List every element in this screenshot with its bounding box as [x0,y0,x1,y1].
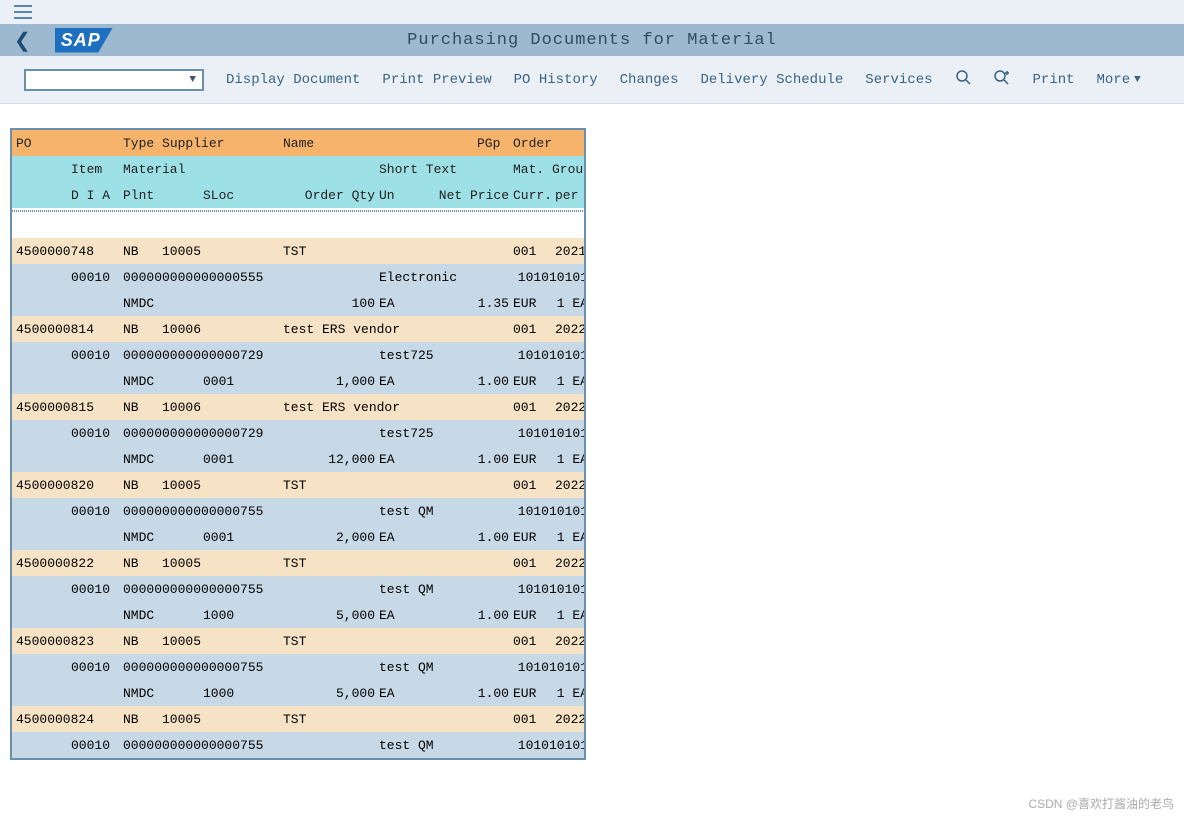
more-label: More [1097,72,1131,88]
data-rows-container: 4500000748NB 100057TST0012021.11.1200010… [12,238,584,758]
col-dia: D I A [69,188,121,203]
col-short-text: Short Text [377,162,511,177]
table-row[interactable]: 00010000000000000000755test QM101010101 [12,654,584,680]
display-document-button[interactable]: Display Document [226,72,360,88]
back-button[interactable]: ❮ [14,28,31,53]
col-order-date: Order Date [511,136,553,151]
spacer [12,212,584,238]
col-po: PO [14,136,69,151]
header-row-1: PO Type Supplier Name PGp Order Date [12,130,584,156]
table-row[interactable]: 4500000814NB 100065test ERS vendor001202… [12,316,584,342]
col-per-un: per Un [553,188,586,203]
table-row[interactable]: 00010000000000000000755test QM101010101 [12,732,584,758]
layout-dropdown[interactable]: ▼ [24,69,204,91]
table-row[interactable]: NMDC000112,000EA1.00EUR1 EA [12,446,584,472]
print-button[interactable]: Print [1033,72,1075,88]
chevron-down-icon: ▼ [189,74,196,86]
col-name: Name [281,136,475,151]
search-plus-icon[interactable] [993,69,1011,90]
more-button[interactable]: More ▼ [1097,72,1141,88]
table-row[interactable]: 4500000822NB 100057TST0012022.02.23 [12,550,584,576]
table-row[interactable]: 00010000000000000000555Electronic1010101… [12,264,584,290]
table-row[interactable]: 00010000000000000000729test725101010101 [12,342,584,368]
po-history-button[interactable]: PO History [514,72,598,88]
sap-logo: SAP [55,28,113,53]
table-row[interactable]: NMDC10005,000EA1.00EUR1 EA [12,602,584,628]
delivery-schedule-button[interactable]: Delivery Schedule [700,72,843,88]
table-row[interactable]: 00010000000000000000729test725101010101 [12,420,584,446]
header-row-3: D I A Plnt SLoc Order Qty Un Net Price C… [12,182,584,208]
table-row[interactable]: 4500000748NB 100057TST0012021.11.12 [12,238,584,264]
page-title: Purchasing Documents for Material [0,31,1184,50]
title-bar: ❮ SAP Purchasing Documents for Material [0,24,1184,56]
col-pgp: PGp [475,136,511,151]
print-preview-button[interactable]: Print Preview [382,72,491,88]
table-row[interactable]: NMDC100EA1.35EUR1 EA [12,290,584,316]
table-row[interactable]: NMDC00011,000EA1.00EUR1 EA [12,368,584,394]
col-un: Un [377,188,425,203]
table-row[interactable]: 4500000824NB 100057TST0012022.02.24 [12,706,584,732]
shell-header [0,0,1184,24]
services-button[interactable]: Services [865,72,932,88]
table-row[interactable]: 4500000820NB 100057TST0012022.02.21 [12,472,584,498]
col-type-supplier: Type Supplier [121,136,281,151]
col-material: Material [121,162,377,177]
changes-button[interactable]: Changes [620,72,679,88]
col-sloc: SLoc [201,188,281,203]
col-net-price: Net Price [425,188,511,203]
table-row[interactable]: NMDC00012,000EA1.00EUR1 EA [12,524,584,550]
col-order-qty: Order Qty [281,188,377,203]
col-mat-group: Mat. Group [511,162,586,177]
content-area: PO Type Supplier Name PGp Order Date Ite… [0,104,1184,760]
toolbar: ▼ Display Document Print Preview PO Hist… [0,56,1184,104]
table-row[interactable]: 4500000815NB 100065test ERS vendor001202… [12,394,584,420]
col-plnt: Plnt [121,188,201,203]
watermark: CSDN @喜欢打酱油的老鸟 [1028,795,1174,812]
col-item: Item [69,162,121,177]
table-row[interactable]: NMDC10005,000EA1.00EUR1 EA [12,680,584,706]
alv-grid[interactable]: PO Type Supplier Name PGp Order Date Ite… [10,128,586,760]
header-row-2: Item Material Short Text Mat. Group [12,156,584,182]
menu-icon[interactable] [14,5,32,19]
table-row[interactable]: 00010000000000000000755test QM101010101 [12,498,584,524]
table-row[interactable]: 4500000823NB 100057TST0012022.02.23 [12,628,584,654]
search-icon[interactable] [955,69,971,90]
col-curr: Curr. [511,188,553,203]
chevron-down-icon: ▼ [1134,74,1141,86]
table-row[interactable]: 00010000000000000000755test QM101010101 [12,576,584,602]
